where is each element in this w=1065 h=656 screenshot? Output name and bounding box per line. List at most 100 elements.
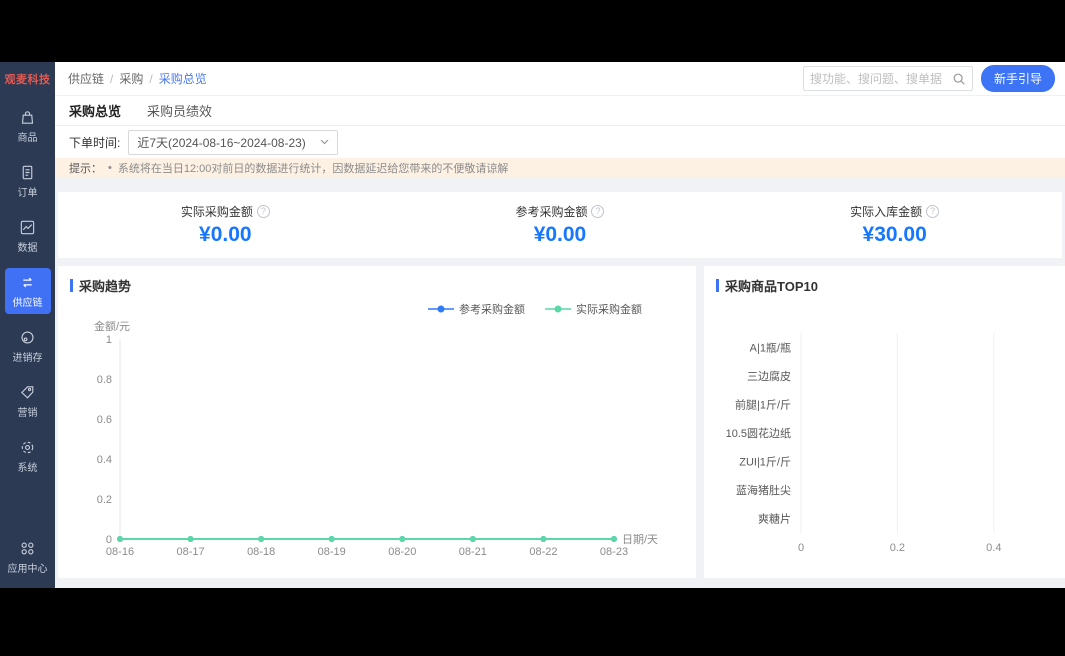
title-bar-accent — [70, 279, 73, 292]
sidebar-item-label: 应用中心 — [7, 563, 48, 575]
help-icon[interactable]: ? — [256, 205, 270, 218]
svg-text:08-20: 08-20 — [388, 546, 416, 558]
screen: 观麦科技 商品 订单 数据 供应链 进销存 营销 系统 应用中心 供应链 / 采… — [0, 0, 1065, 656]
top10-card: 采购商品TOP10 0 0.2 0.4 A|1瓶/瓶 三边腐皮 前腿|1斤/斤 10.5圆花… — [704, 266, 1065, 578]
notice-text: 系统将在当日12:00对前日的数据进行统计，因数据延迟给您带来的不便敬请谅解 — [117, 163, 509, 175]
notice-prefix: 提示： — [69, 163, 102, 175]
svg-text:0: 0 — [798, 542, 804, 554]
metric-label-text: 实际采购金额 — [180, 205, 253, 219]
svg-text:0.4: 0.4 — [97, 454, 112, 466]
sidebar-item-inventory[interactable]: 进销存 — [5, 323, 51, 369]
title-bar-accent — [716, 279, 719, 292]
breadcrumb-item[interactable]: 供应链 — [68, 70, 104, 87]
trend-legend: 参考采购金额 实际采购金额 — [70, 301, 684, 317]
metric-reference-purchase: 参考采购金额 ? ¥0.00 — [515, 203, 605, 247]
svg-text:08-23: 08-23 — [600, 546, 628, 558]
metric-actual-inbound: 实际入库金额 ? ¥30.00 — [850, 203, 940, 247]
filter-row: 下单时间: 近7天(2024-08-16~2024-08-23) — [55, 126, 1065, 158]
metric-label: 实际入库金额 ? — [850, 203, 940, 220]
metric-value: ¥0.00 — [533, 223, 587, 246]
svg-text:1: 1 — [106, 334, 112, 346]
supply-chain-icon — [23, 277, 32, 287]
notice-bar: 提示： • 系统将在当日12:00对前日的数据进行统计，因数据延迟给您带来的不便… — [55, 158, 1065, 178]
search-input[interactable] — [809, 71, 952, 86]
card-title: 采购趋势 — [70, 276, 684, 295]
date-range-select[interactable]: 近7天(2024-08-16~2024-08-23) — [128, 129, 338, 155]
purchase-trend-card: 采购趋势 参考采购金额 实际采购金额 0 0.2 0.4 0.6 0.8 1 08-16 08-… — [58, 266, 696, 578]
breadcrumb-current: 采购总览 — [158, 72, 207, 86]
sidebar-item-supply-chain[interactable]: 供应链 — [4, 268, 51, 314]
content: 实际采购金额 ? ¥0.00 参考采购金额 ? ¥0.00 实际入库金额 ? ¥… — [55, 178, 1065, 588]
system-icon — [21, 441, 34, 453]
trend-chart[interactable]: 0 0.2 0.4 0.6 0.8 1 08-16 08-17 08-18 08-19 08-20 0… — [70, 317, 684, 580]
search-box[interactable] — [802, 66, 973, 91]
goods-icon — [21, 110, 34, 124]
metric-value: ¥0.00 — [199, 223, 252, 246]
tab-buyer-performance[interactable]: 采购员绩效 — [147, 101, 212, 120]
date-range-value: 近7天(2024-08-16~2024-08-23) — [137, 135, 306, 150]
svg-text:0: 0 — [106, 534, 112, 546]
metric-label-text: 参考采购金额 — [515, 205, 588, 219]
legend-item[interactable]: 实际采购金额 — [545, 301, 642, 317]
tab-purchase-overview[interactable]: 采购总览 — [69, 101, 121, 120]
notice-bullet: • — [108, 162, 112, 174]
metric-label-text: 实际入库金额 — [850, 205, 923, 219]
svg-text:08-16: 08-16 — [106, 546, 134, 558]
svg-text:08-17: 08-17 — [177, 546, 205, 558]
card-title-text: 采购趋势 — [79, 279, 132, 294]
svg-text:爽糖片: 爽糖片 — [758, 512, 791, 526]
legend-item[interactable]: 参考采购金额 — [428, 301, 525, 317]
search-icon[interactable] — [952, 72, 966, 86]
svg-text:日期/天: 日期/天 — [622, 533, 658, 546]
order-time-label: 下单时间: — [69, 135, 121, 150]
svg-text:前腿|1斤/斤: 前腿|1斤/斤 — [735, 397, 791, 411]
svg-text:08-19: 08-19 — [318, 546, 346, 558]
sidebar-item-label: 营销 — [17, 407, 38, 419]
sidebar-item-label: 订单 — [17, 187, 38, 199]
svg-text:0.8: 0.8 — [97, 374, 112, 386]
help-icon[interactable]: ? — [926, 205, 940, 218]
tabs: 采购总览 采购员绩效 — [55, 96, 1065, 126]
top10-chart[interactable]: 0 0.2 0.4 A|1瓶/瓶 三边腐皮 前腿|1斤/斤 10.5圆花边纸 ZUI|1斤/斤… — [716, 303, 1065, 570]
breadcrumb: 供应链 / 采购 / 采购总览 — [68, 70, 207, 87]
card-title-text: 采购商品TOP10 — [725, 279, 818, 294]
svg-text:08-22: 08-22 — [529, 546, 557, 558]
svg-text:三边腐皮: 三边腐皮 — [747, 369, 791, 383]
sidebar-item-app-center[interactable]: 应用中心 — [5, 534, 51, 580]
svg-text:08-21: 08-21 — [459, 546, 487, 558]
sidebar-item-goods[interactable]: 商品 — [5, 103, 51, 149]
logo: 观麦科技 — [4, 74, 51, 86]
help-icon[interactable]: ? — [591, 205, 605, 218]
sidebar-item-label: 数据 — [17, 242, 38, 254]
orders-icon — [22, 165, 33, 179]
marketing-icon — [21, 385, 34, 399]
chevron-down-icon — [320, 139, 329, 145]
breadcrumb-separator: / — [149, 71, 153, 86]
topbar: 供应链 / 采购 / 采购总览 新手引导 — [55, 62, 1065, 96]
breadcrumb-separator: / — [110, 71, 114, 86]
svg-text:10.5圆花边纸: 10.5圆花边纸 — [726, 427, 791, 440]
svg-text:08-18: 08-18 — [247, 546, 275, 558]
sidebar-item-label: 供应链 — [12, 297, 43, 309]
sidebar-item-system[interactable]: 系统 — [5, 433, 51, 479]
card-title: 采购商品TOP10 — [716, 276, 1065, 295]
sidebar-item-data[interactable]: 数据 — [5, 213, 51, 259]
metric-label: 实际采购金额 ? — [181, 203, 270, 220]
app-center-icon — [21, 542, 34, 554]
newbie-guide-button[interactable]: 新手引导 — [980, 65, 1055, 92]
svg-text:0.6: 0.6 — [97, 414, 112, 426]
sidebar-item-orders[interactable]: 订单 — [5, 158, 51, 204]
topbar-right: 新手引导 — [802, 65, 1055, 92]
svg-text:0.4: 0.4 — [986, 542, 1001, 554]
app-window: 观麦科技 商品 订单 数据 供应链 进销存 营销 系统 应用中心 供应链 / 采… — [0, 62, 1065, 588]
svg-text:ZUI|1斤/斤: ZUI|1斤/斤 — [739, 456, 791, 469]
svg-text:金额/元: 金额/元 — [94, 319, 130, 333]
sidebar-item-marketing[interactable]: 营销 — [5, 378, 51, 424]
breadcrumb-item[interactable]: 采购 — [119, 70, 143, 87]
sidebar-item-label: 系统 — [17, 462, 38, 474]
svg-text:蓝海猪肚尖: 蓝海猪肚尖 — [736, 483, 791, 497]
inventory-icon — [21, 330, 34, 344]
svg-text:A|1瓶/瓶: A|1瓶/瓶 — [750, 340, 791, 354]
main-area: 供应链 / 采购 / 采购总览 新手引导 采购总览 采购员绩效 — [55, 62, 1065, 588]
metric-label: 参考采购金额 ? — [515, 203, 605, 220]
